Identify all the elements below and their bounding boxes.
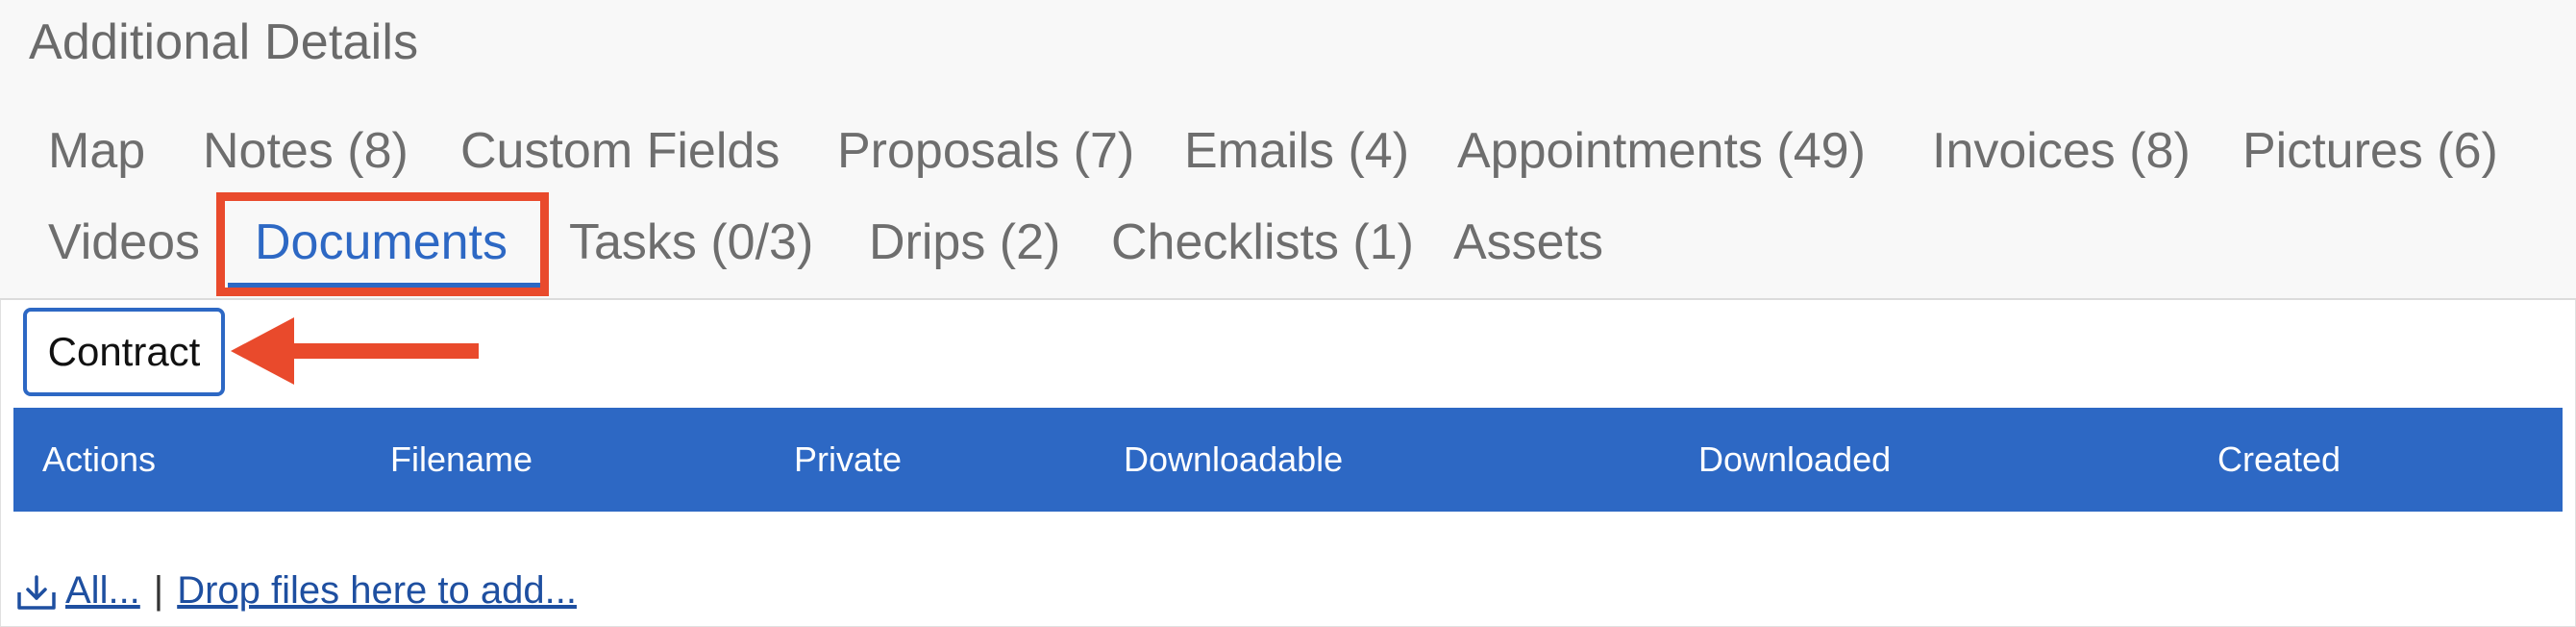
footer-separator: | <box>153 568 164 612</box>
column-header-downloadable[interactable]: Downloadable <box>1124 408 1343 512</box>
download-all-label: All... <box>65 568 140 612</box>
column-header-actions[interactable]: Actions <box>42 408 156 512</box>
details-header: Additional Details Map Notes (8) Custom … <box>0 0 2576 300</box>
annotation-highlight-box <box>216 192 549 296</box>
download-all-link[interactable]: All... <box>15 569 140 613</box>
column-header-created[interactable]: Created <box>2217 408 2341 512</box>
tab-checklists[interactable]: Checklists (1) <box>1111 213 1414 271</box>
documents-table-header: Actions Filename Private Downloadable Do… <box>13 408 2563 512</box>
section-title: Additional Details <box>29 14 419 70</box>
tab-videos[interactable]: Videos <box>48 213 200 271</box>
tab-pictures[interactable]: Pictures (6) <box>2242 122 2498 180</box>
tab-assets[interactable]: Assets <box>1453 213 1603 271</box>
tab-invoices[interactable]: Invoices (8) <box>1932 122 2191 180</box>
column-header-downloaded[interactable]: Downloaded <box>1698 408 1891 512</box>
contract-filter-button[interactable]: Contract <box>23 308 225 396</box>
arrow-left-icon <box>231 317 479 385</box>
tab-custom-fields[interactable]: Custom Fields <box>460 122 780 180</box>
tab-emails[interactable]: Emails (4) <box>1184 122 1409 180</box>
tab-appointments[interactable]: Appointments (49) <box>1457 122 1866 180</box>
documents-footer: All... | Drop files here to add... <box>15 562 577 619</box>
tab-tasks[interactable]: Tasks (0/3) <box>569 213 813 271</box>
column-header-private[interactable]: Private <box>794 408 902 512</box>
column-header-filename[interactable]: Filename <box>390 408 533 512</box>
drop-files-link[interactable]: Drop files here to add... <box>177 569 577 613</box>
tab-map[interactable]: Map <box>48 122 145 180</box>
tab-drips[interactable]: Drips (2) <box>869 213 1060 271</box>
download-icon <box>17 575 56 610</box>
tab-proposals[interactable]: Proposals (7) <box>837 122 1134 180</box>
tab-notes[interactable]: Notes (8) <box>203 122 409 180</box>
